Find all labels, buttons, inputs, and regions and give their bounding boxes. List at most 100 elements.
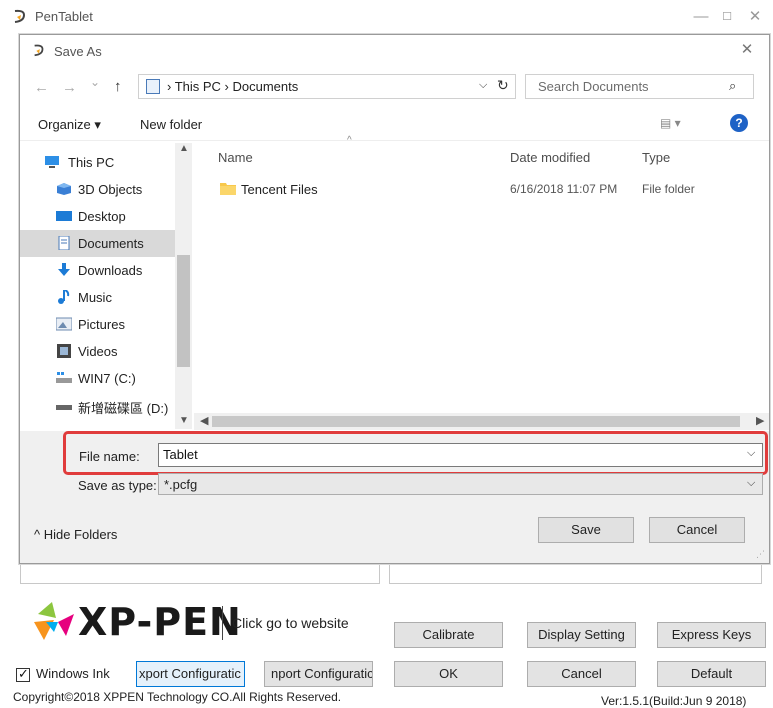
- file-date-cell: 6/16/2018 11:07 PM: [510, 182, 618, 196]
- refresh-icon[interactable]: ↻: [497, 77, 509, 94]
- sort-ascending-icon: ^: [347, 135, 352, 146]
- close-button[interactable]: ✕: [740, 6, 770, 28]
- sidebar-item-videos[interactable]: Videos: [20, 338, 175, 365]
- sidebar-item-label: 3D Objects: [78, 182, 143, 197]
- sidebar-item-label: Pictures: [78, 317, 125, 332]
- dialog-close-button[interactable]: ✕: [732, 39, 762, 61]
- window-title: PenTablet: [35, 9, 93, 24]
- default-button[interactable]: Default: [657, 661, 766, 687]
- cancel-button[interactable]: Cancel: [527, 661, 636, 687]
- dialog-bottom-panel: File name: Tablet ⌵ Save as type: *.pcfg…: [20, 431, 769, 563]
- search-icon[interactable]: ⌕: [729, 78, 736, 94]
- file-name-cell: Tencent Files: [241, 182, 318, 197]
- export-configuration-button[interactable]: xport Configuratic: [136, 661, 245, 687]
- left-settings-panel: [20, 562, 380, 584]
- desktop-icon: [56, 211, 72, 221]
- ok-button[interactable]: OK: [394, 661, 503, 687]
- navigation-pane-scrollbar[interactable]: ▲ ▼: [175, 143, 192, 429]
- xp-pen-brand: XP-PEN: [78, 600, 242, 644]
- sidebar-item-label: Music: [78, 290, 112, 305]
- recent-locations-icon[interactable]: ⌄: [90, 75, 100, 89]
- downloads-icon: [58, 263, 70, 276]
- organize-menu[interactable]: Organize ▾: [38, 117, 101, 133]
- website-link[interactable]: Click go to website: [232, 615, 349, 631]
- sidebar-item-music[interactable]: Music: [20, 284, 175, 311]
- navigation-pane: This PC 3D Objects Desktop Documents Dow…: [20, 143, 194, 431]
- chevron-down-icon[interactable]: ⌵: [479, 79, 487, 92]
- display-setting-button[interactable]: Display Setting: [527, 622, 636, 648]
- drive-c-icon: [56, 372, 72, 383]
- hide-folders-button[interactable]: ^ Hide Folders: [34, 527, 117, 542]
- scroll-right-icon[interactable]: ▶: [756, 414, 764, 427]
- sidebar-item-label: Desktop: [78, 209, 126, 224]
- file-name-input[interactable]: Tablet ⌵: [158, 443, 763, 467]
- view-options-icon[interactable]: ▤ ▾: [660, 116, 681, 130]
- sidebar-item-label: WIN7 (C:): [78, 371, 136, 386]
- folder-icon: [220, 183, 236, 195]
- sidebar-item-label: 新增磁碟區 (D:): [78, 401, 169, 416]
- dialog-toolbar: Organize ▾ New folder ▤ ▾ ?: [20, 107, 769, 141]
- sidebar-item-win7-c[interactable]: WIN7 (C:): [20, 365, 175, 392]
- pc-icon: [45, 156, 59, 168]
- scroll-up-icon[interactable]: ▲: [179, 143, 189, 154]
- up-arrow-icon[interactable]: ↑: [114, 78, 122, 95]
- new-folder-button[interactable]: New folder: [140, 117, 202, 132]
- drive-d-icon: [56, 405, 72, 410]
- resize-grip-icon[interactable]: ⋰: [756, 549, 765, 560]
- calibrate-button[interactable]: Calibrate: [394, 622, 503, 648]
- pictures-icon: [56, 317, 72, 331]
- scrollbar-thumb[interactable]: [212, 416, 740, 427]
- chevron-down-icon[interactable]: ⌵: [747, 447, 755, 460]
- import-configuration-button[interactable]: nport Configuratic: [264, 661, 373, 687]
- brand-divider: [222, 606, 223, 640]
- help-icon[interactable]: ?: [730, 114, 748, 132]
- column-header-name[interactable]: Name: [218, 150, 253, 165]
- file-list-horizontal-scrollbar[interactable]: ◀ ▶: [194, 413, 769, 430]
- version-text: Ver:1.5.1(Build:Jun 9 2018): [601, 694, 747, 708]
- scrollbar-thumb[interactable]: [177, 255, 190, 367]
- sidebar-item-this-pc[interactable]: This PC: [20, 149, 175, 176]
- sidebar-item-downloads[interactable]: Downloads: [20, 257, 175, 284]
- 3d-objects-icon: [57, 183, 71, 195]
- scroll-down-icon[interactable]: ▼: [179, 415, 189, 426]
- save-as-type-select[interactable]: *.pcfg ⌵: [158, 473, 763, 495]
- address-path: › This PC › Documents: [167, 79, 299, 94]
- file-type-cell: File folder: [642, 182, 695, 196]
- videos-icon: [57, 344, 71, 358]
- file-name-value: Tablet: [163, 447, 198, 462]
- sidebar-item-label: Downloads: [78, 263, 143, 278]
- forward-arrow-icon[interactable]: →: [62, 79, 77, 96]
- sidebar-item-label: Videos: [78, 344, 118, 359]
- pentablet-logo-icon: [34, 44, 44, 57]
- save-as-type-value: *.pcfg: [164, 477, 198, 492]
- dialog-title: Save As: [54, 44, 102, 59]
- dialog-cancel-button[interactable]: Cancel: [649, 517, 745, 543]
- sidebar-item-pictures[interactable]: Pictures: [20, 311, 175, 338]
- sidebar-item-label: Documents: [78, 236, 144, 251]
- address-bar[interactable]: › This PC › Documents ⌵ ↻: [138, 74, 516, 99]
- scroll-left-icon[interactable]: ◀: [200, 414, 208, 427]
- maximize-button[interactable]: ☐: [712, 6, 742, 28]
- sidebar-item-drive-d[interactable]: 新增磁碟區 (D:): [20, 392, 175, 419]
- chevron-down-icon[interactable]: ⌵: [747, 477, 755, 490]
- search-placeholder: Search Documents: [538, 79, 649, 94]
- column-header-type[interactable]: Type: [642, 150, 670, 165]
- music-icon: [58, 290, 70, 304]
- sidebar-item-3d-objects[interactable]: 3D Objects: [20, 176, 175, 203]
- sidebar-item-documents[interactable]: Documents: [20, 230, 175, 257]
- back-arrow-icon[interactable]: ←: [34, 79, 49, 96]
- right-settings-panel: [389, 562, 762, 584]
- column-header-date-modified[interactable]: Date modified: [510, 150, 590, 165]
- file-name-label: File name:: [79, 449, 140, 464]
- express-keys-button[interactable]: Express Keys: [657, 622, 766, 648]
- windows-ink-label: Windows Ink: [36, 666, 110, 681]
- sidebar-item-desktop[interactable]: Desktop: [20, 203, 175, 230]
- documents-folder-icon: [146, 79, 160, 94]
- windows-ink-checkbox[interactable]: ✓: [16, 666, 30, 682]
- title-bar: PenTablet — ☐ ✕: [0, 0, 773, 34]
- search-input[interactable]: Search Documents ⌕: [525, 74, 754, 99]
- sidebar-item-label: This PC: [68, 155, 115, 170]
- save-as-dialog: Save As ✕ ← → ⌄ ↑ › This PC › Documents …: [19, 34, 770, 564]
- check-icon: ✓: [18, 666, 29, 681]
- save-button[interactable]: Save: [538, 517, 634, 543]
